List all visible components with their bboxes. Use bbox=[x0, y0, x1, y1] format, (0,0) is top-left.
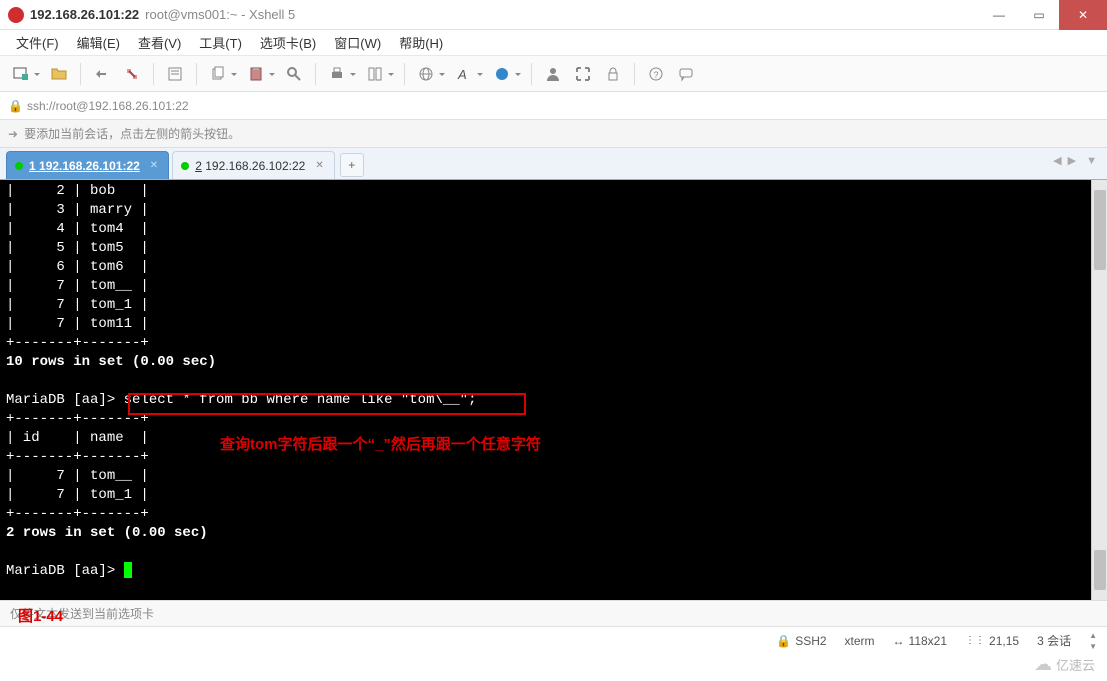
arrow-right-icon[interactable]: ➜ bbox=[8, 127, 18, 141]
tab-session-1[interactable]: 1 192.168.26.101:22 ✕ bbox=[6, 151, 169, 179]
terminal-scrollbar[interactable] bbox=[1091, 180, 1107, 600]
globe-icon[interactable] bbox=[413, 61, 439, 87]
chat-icon[interactable] bbox=[673, 61, 699, 87]
tab-close-icon[interactable]: ✕ bbox=[150, 160, 158, 171]
reconnect-icon[interactable] bbox=[89, 61, 115, 87]
hint-text: 要添加当前会话，点击左侧的箭头按钮。 bbox=[24, 125, 240, 142]
hint-bar: ➜ 要添加当前会话，点击左侧的箭头按钮。 bbox=[0, 120, 1107, 148]
menu-help[interactable]: 帮助(H) bbox=[391, 29, 451, 56]
new-session-icon[interactable] bbox=[8, 61, 34, 87]
close-button[interactable]: ✕ bbox=[1059, 0, 1107, 30]
status-updown-icon[interactable]: ▲▼ bbox=[1089, 632, 1097, 650]
status-dot-icon bbox=[181, 162, 189, 170]
menu-file[interactable]: 文件(F) bbox=[8, 29, 67, 56]
app-icon bbox=[8, 7, 24, 23]
menu-edit[interactable]: 编辑(E) bbox=[69, 29, 128, 56]
properties-icon[interactable] bbox=[162, 61, 188, 87]
highlight-box bbox=[128, 393, 526, 415]
info-strip: 仅将文本发送到当前选项卡 图1-44 bbox=[0, 600, 1107, 626]
status-size: ↔118x21 bbox=[893, 634, 947, 648]
menu-bar: 文件(F) 编辑(E) 查看(V) 工具(T) 选项卡(B) 窗口(W) 帮助(… bbox=[0, 30, 1107, 56]
svg-text:A: A bbox=[457, 67, 467, 82]
status-sessions: 3 会话 bbox=[1037, 632, 1071, 649]
watermark: ☁ 亿速云 bbox=[1028, 652, 1101, 677]
layout-icon[interactable] bbox=[362, 61, 388, 87]
minimize-button[interactable]: — bbox=[979, 0, 1019, 30]
menu-view[interactable]: 查看(V) bbox=[130, 29, 189, 56]
title-bar: 192.168.26.101:22 root@vms001:~ - Xshell… bbox=[0, 0, 1107, 30]
cloud-icon: ☁ bbox=[1034, 654, 1052, 675]
window-controls: — ▭ ✕ bbox=[979, 0, 1107, 30]
status-bar: 🔒SSH2 xterm ↔118x21 ⋮⋮21,15 3 会话 ▲▼ bbox=[0, 626, 1107, 654]
menu-tab[interactable]: 选项卡(B) bbox=[252, 29, 324, 56]
fullscreen-icon[interactable] bbox=[570, 61, 596, 87]
annotation-text: 查询tom字符后跟一个“_”然后再跟一个任意字符 bbox=[220, 435, 541, 454]
svg-text:?: ? bbox=[654, 70, 659, 80]
figure-label: 图1-44 bbox=[18, 605, 63, 626]
help-icon[interactable]: ? bbox=[643, 61, 669, 87]
status-cursor: ⋮⋮21,15 bbox=[965, 634, 1019, 648]
tab-bar: 1 192.168.26.101:22 ✕ 2 192.168.26.102:2… bbox=[0, 148, 1107, 180]
title-suffix: root@vms001:~ - Xshell 5 bbox=[145, 7, 295, 22]
print-icon[interactable] bbox=[324, 61, 350, 87]
title-host: 192.168.26.101:22 bbox=[30, 7, 139, 22]
color-icon[interactable] bbox=[489, 61, 515, 87]
user-icon[interactable] bbox=[540, 61, 566, 87]
font-icon[interactable]: A bbox=[451, 61, 477, 87]
terminal-output[interactable]: | 2 | bob | | 3 | marry | | 4 | tom4 | |… bbox=[0, 180, 1107, 600]
find-icon[interactable] bbox=[281, 61, 307, 87]
tab-session-2[interactable]: 2 192.168.26.102:22 ✕ bbox=[172, 151, 335, 179]
disconnect-icon[interactable] bbox=[119, 61, 145, 87]
open-icon[interactable] bbox=[46, 61, 72, 87]
lock-icon[interactable] bbox=[600, 61, 626, 87]
status-protocol: 🔒SSH2 bbox=[776, 634, 826, 648]
address-bar: 🔒 ssh://root@192.168.26.101:22 bbox=[0, 92, 1107, 120]
menu-tools[interactable]: 工具(T) bbox=[191, 29, 250, 56]
toolbar: A ? bbox=[0, 56, 1107, 92]
maximize-button[interactable]: ▭ bbox=[1019, 0, 1059, 30]
status-dot-icon bbox=[15, 162, 23, 170]
terminal-cursor bbox=[124, 562, 132, 578]
lock-small-icon: 🔒 bbox=[8, 99, 23, 113]
tab-nav-arrows[interactable]: ◀▶▼ bbox=[1053, 154, 1097, 167]
tab-add-button[interactable]: + bbox=[340, 153, 364, 177]
paste-icon[interactable] bbox=[243, 61, 269, 87]
status-term: xterm bbox=[845, 634, 875, 648]
copy-icon[interactable] bbox=[205, 61, 231, 87]
address-url[interactable]: ssh://root@192.168.26.101:22 bbox=[27, 99, 189, 113]
tab-close-icon[interactable]: ✕ bbox=[315, 160, 323, 171]
menu-window[interactable]: 窗口(W) bbox=[326, 29, 389, 56]
